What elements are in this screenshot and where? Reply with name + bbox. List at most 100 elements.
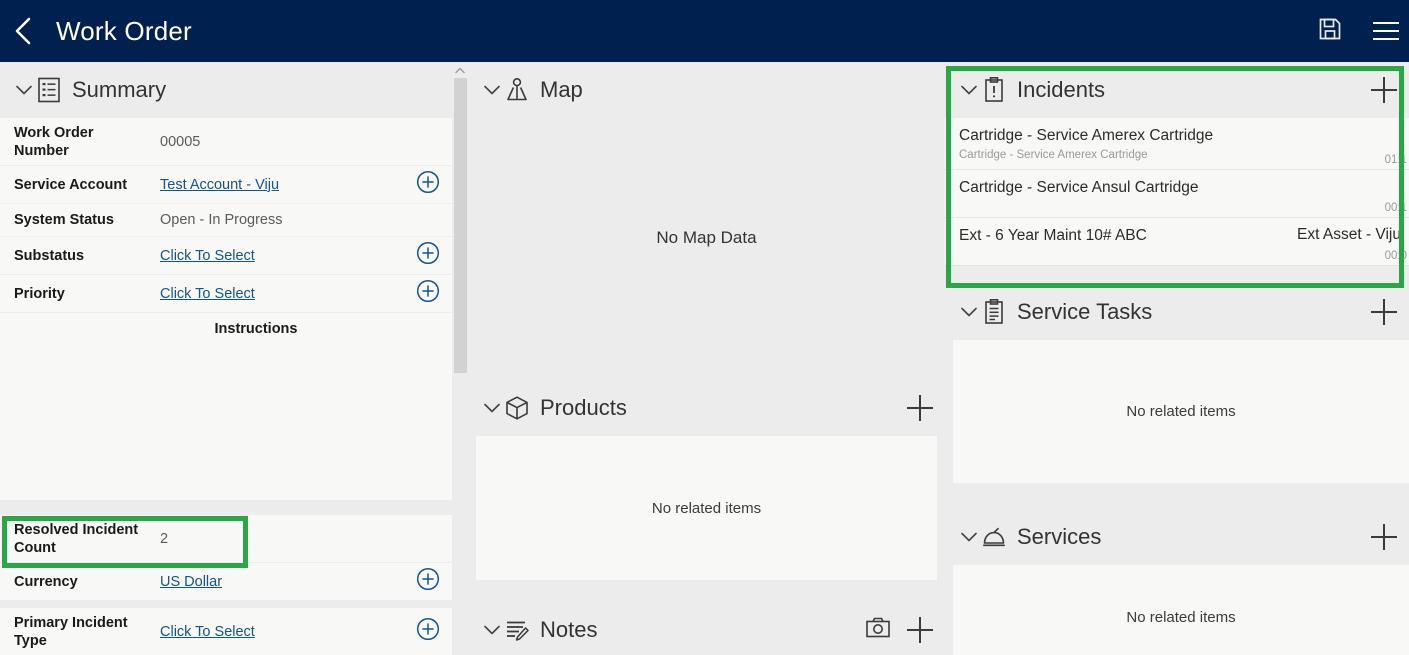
field-value-link[interactable]: US Dollar — [160, 573, 404, 591]
plus-circle-icon — [416, 617, 440, 646]
products-title: Products — [540, 395, 627, 420]
field-row-substatus: Substatus Click To Select — [0, 237, 452, 275]
incidents-actions — [1371, 77, 1397, 103]
map-section-header[interactable]: Map — [468, 62, 945, 118]
field-row-currency: Currency US Dollar — [0, 563, 452, 601]
plus-icon — [907, 617, 933, 643]
services-empty-state: No related items — [953, 565, 1409, 655]
plus-icon — [907, 395, 933, 421]
field-value-link[interactable]: Test Account - Viju — [160, 176, 404, 194]
service-tasks-title: Service Tasks — [1017, 299, 1153, 324]
summary-scrollbar[interactable] — [452, 62, 468, 655]
incident-main-line: Cartridge - Service Ansul Cartridge — [959, 178, 1401, 198]
plus-circle-icon — [416, 279, 440, 308]
map-empty-text: No Map Data — [656, 228, 757, 247]
incident-subtitle: Cartridge - Service Amerex Cartridge — [959, 149, 1148, 161]
notes-section-header[interactable]: Notes — [468, 602, 945, 655]
list-item[interactable]: Cartridge - Service Ansul Cartridge 00:1 — [945, 170, 1409, 218]
incident-name: Ext - 6 Year Maint 10# ABC — [959, 227, 1147, 244]
service-tasks-section-header[interactable]: Service Tasks — [945, 284, 1409, 340]
scroll-up-button[interactable] — [452, 63, 468, 77]
middle-column: Map No Map Data Products No related item… — [468, 62, 945, 655]
list-item[interactable]: Ext - 6 Year Maint 10# ABC Ext Asset - V… — [945, 218, 1409, 266]
plus-icon — [1371, 77, 1397, 103]
menu-button[interactable] — [1363, 0, 1409, 62]
field-row-resolved-incident-count: Resolved Incident Count 2 — [0, 515, 452, 563]
plus-icon — [1371, 299, 1397, 325]
notes-camera-button[interactable] — [865, 617, 891, 644]
service-tasks-empty-state: No related items — [953, 340, 1409, 483]
incident-duration: 01:1 — [1384, 154, 1407, 166]
products-empty-state: No related items — [476, 436, 937, 580]
chevron-down-icon[interactable] — [482, 85, 502, 95]
field-value: 2 — [160, 530, 169, 547]
save-button[interactable] — [1307, 0, 1353, 62]
chevron-down-icon[interactable] — [482, 403, 502, 413]
field-label: Primary Incident Type — [14, 614, 128, 649]
instructions-label: Instructions — [214, 321, 298, 337]
services-empty-text: No related items — [1126, 608, 1236, 626]
field-row-primary-incident-type: Primary Incident Type Click To Select — [0, 608, 452, 655]
products-empty-text: No related items — [651, 499, 762, 517]
camera-icon — [865, 617, 891, 644]
lookup-add-button[interactable] — [404, 617, 452, 646]
plus-circle-icon — [416, 241, 440, 270]
plus-icon — [1371, 524, 1397, 550]
lookup-add-button[interactable] — [404, 567, 452, 596]
chevron-down-icon[interactable] — [959, 532, 979, 542]
form-gap — [0, 501, 452, 515]
incidents-title: Incidents — [1017, 77, 1106, 102]
field-value-link[interactable]: Click To Select — [160, 623, 404, 641]
incident-duration: 00:0 — [1384, 250, 1407, 262]
field-row-priority: Priority Click To Select — [0, 275, 452, 313]
save-floppy-icon — [1318, 17, 1342, 46]
scrollbar-thumb[interactable] — [454, 78, 467, 373]
add-product-button[interactable] — [907, 395, 933, 421]
instructions-field[interactable]: Instructions — [0, 313, 452, 501]
field-value: Open - In Progress — [160, 212, 283, 228]
add-note-button[interactable] — [907, 617, 933, 643]
summary-section-header[interactable]: Summary — [0, 62, 452, 118]
plus-circle-icon — [416, 567, 440, 596]
service-tasks-actions — [1371, 299, 1397, 325]
chevron-down-icon[interactable] — [14, 85, 34, 95]
incidents-section-header[interactable]: Incidents — [945, 62, 1409, 118]
chevron-down-icon[interactable] — [959, 85, 979, 95]
map-empty-state: No Map Data — [468, 118, 945, 358]
chevron-down-icon[interactable] — [482, 625, 502, 635]
lookup-add-button[interactable] — [404, 241, 452, 270]
chevron-up-icon — [455, 61, 465, 79]
incidents-list-footer — [945, 266, 1409, 280]
incident-duration: 00:1 — [1384, 202, 1407, 214]
summary-column: Summary Work Order Number 00005 Service … — [0, 62, 452, 655]
field-row-system-status: System Status Open - In Progress — [0, 204, 452, 237]
field-row-service-account: Service Account Test Account - Viju — [0, 166, 452, 204]
right-column: Incidents Cartridge - Service Amerex Car… — [945, 62, 1409, 655]
list-item[interactable]: Cartridge - Service Amerex Cartridge Car… — [945, 118, 1409, 170]
products-section-header[interactable]: Products — [468, 380, 945, 436]
chevron-down-icon[interactable] — [959, 307, 979, 317]
lookup-add-button[interactable] — [404, 279, 452, 308]
back-button[interactable] — [0, 0, 48, 62]
clipboard-alert-icon — [979, 77, 1009, 103]
page-title: Work Order — [56, 15, 192, 46]
field-label: Substatus — [14, 247, 85, 264]
field-value-link[interactable]: Click To Select — [160, 285, 404, 303]
add-incident-button[interactable] — [1371, 77, 1397, 103]
incidents-list: Cartridge - Service Amerex Cartridge Car… — [945, 118, 1409, 280]
app-header-bar: Work Order — [0, 0, 1409, 62]
note-pencil-icon — [502, 617, 532, 643]
field-label: Resolved Incident Count — [14, 521, 139, 556]
form-gap — [0, 601, 452, 608]
field-label: System Status — [14, 212, 114, 228]
summary-form: Work Order Number 00005 Service Account … — [0, 118, 452, 655]
field-value-link[interactable]: Click To Select — [160, 247, 404, 265]
services-section-header[interactable]: Services — [945, 509, 1409, 565]
field-label: Work Order Number — [14, 124, 94, 159]
hamburger-menu-icon — [1373, 16, 1399, 46]
field-label: Priority — [14, 285, 65, 302]
add-service-button[interactable] — [1371, 524, 1397, 550]
notes-actions — [865, 617, 933, 644]
lookup-add-button[interactable] — [404, 170, 452, 199]
add-service-task-button[interactable] — [1371, 299, 1397, 325]
